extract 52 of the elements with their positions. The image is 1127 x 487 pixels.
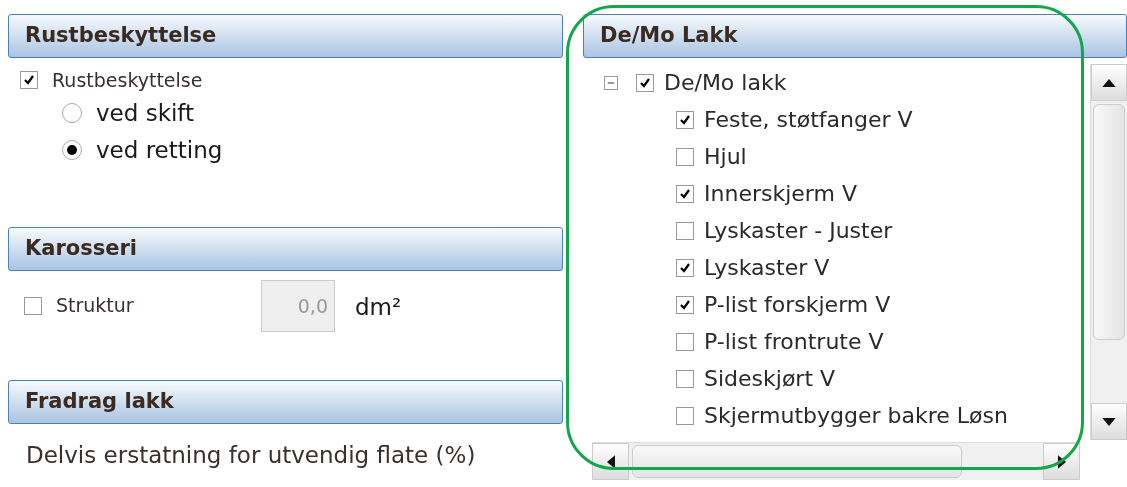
scroll-thumb[interactable]: [1093, 104, 1125, 340]
down-arrow-icon: [1102, 417, 1116, 426]
description-text: Delvis erstatning for utvendig flate (%): [26, 442, 476, 468]
checkmark-icon: [679, 261, 691, 274]
checkbox[interactable]: [636, 73, 654, 92]
section-header: Rustbeskyttelse: [8, 14, 563, 58]
tree-item[interactable]: Lyskaster - Juster: [704, 214, 893, 247]
radio-label: ved skift: [96, 98, 195, 128]
section-header: Karosseri: [8, 227, 563, 271]
tree-item[interactable]: P-list frontrute V: [704, 325, 884, 358]
checkbox[interactable]: [24, 296, 42, 315]
horizontal-scrollbar[interactable]: [592, 442, 1080, 480]
checkbox[interactable]: [676, 110, 694, 129]
tree-item[interactable]: Feste, støtfanger V: [704, 103, 913, 136]
scroll-down-button[interactable]: [1091, 403, 1127, 440]
checkbox[interactable]: [676, 369, 694, 388]
checkbox-label: Rustbeskyttelse: [52, 68, 203, 93]
checkbox[interactable]: [676, 332, 694, 351]
section-header: De/Mo Lakk: [583, 14, 1127, 58]
tree-item[interactable]: P-list forskjerm V: [704, 288, 891, 321]
checkbox[interactable]: [20, 71, 38, 90]
radio-button[interactable]: [62, 140, 82, 160]
tree-item[interactable]: De/Mo lakk: [664, 66, 787, 99]
left-arrow-icon: [606, 454, 615, 469]
checkbox[interactable]: [676, 184, 694, 203]
up-arrow-icon: [1102, 78, 1116, 87]
collapse-icon[interactable]: [604, 75, 618, 90]
checkmark-icon: [639, 76, 651, 89]
radio-label: ved retting: [96, 135, 223, 165]
scroll-left-button[interactable]: [592, 443, 629, 480]
tree-item[interactable]: Innerskjerm V: [704, 177, 857, 210]
unit-label: dm²: [355, 293, 402, 322]
tree-item[interactable]: Hjul: [704, 140, 747, 173]
checkbox[interactable]: [676, 295, 694, 314]
tree-item[interactable]: Sideskjørt V: [704, 362, 836, 395]
checkbox-label: Struktur: [56, 293, 134, 319]
right-arrow-icon: [1057, 454, 1066, 469]
tree-item[interactable]: Skjermutbygger bakre Løsn: [704, 399, 1008, 432]
checkmark-icon: [679, 298, 691, 311]
radio-button[interactable]: [62, 103, 82, 123]
scroll-up-button[interactable]: [1091, 64, 1127, 101]
checkmark-icon: [23, 74, 35, 87]
scroll-right-button[interactable]: [1043, 443, 1080, 480]
vertical-scrollbar[interactable]: [1090, 64, 1127, 440]
checkbox[interactable]: [676, 221, 694, 240]
tree-item[interactable]: Lyskaster V: [704, 251, 830, 284]
checkmark-icon: [679, 113, 691, 126]
checkbox[interactable]: [676, 406, 694, 425]
checkbox[interactable]: [676, 147, 694, 166]
checkbox[interactable]: [676, 258, 694, 277]
section-header: Fradrag lakk: [8, 380, 563, 424]
checkmark-icon: [679, 187, 691, 200]
